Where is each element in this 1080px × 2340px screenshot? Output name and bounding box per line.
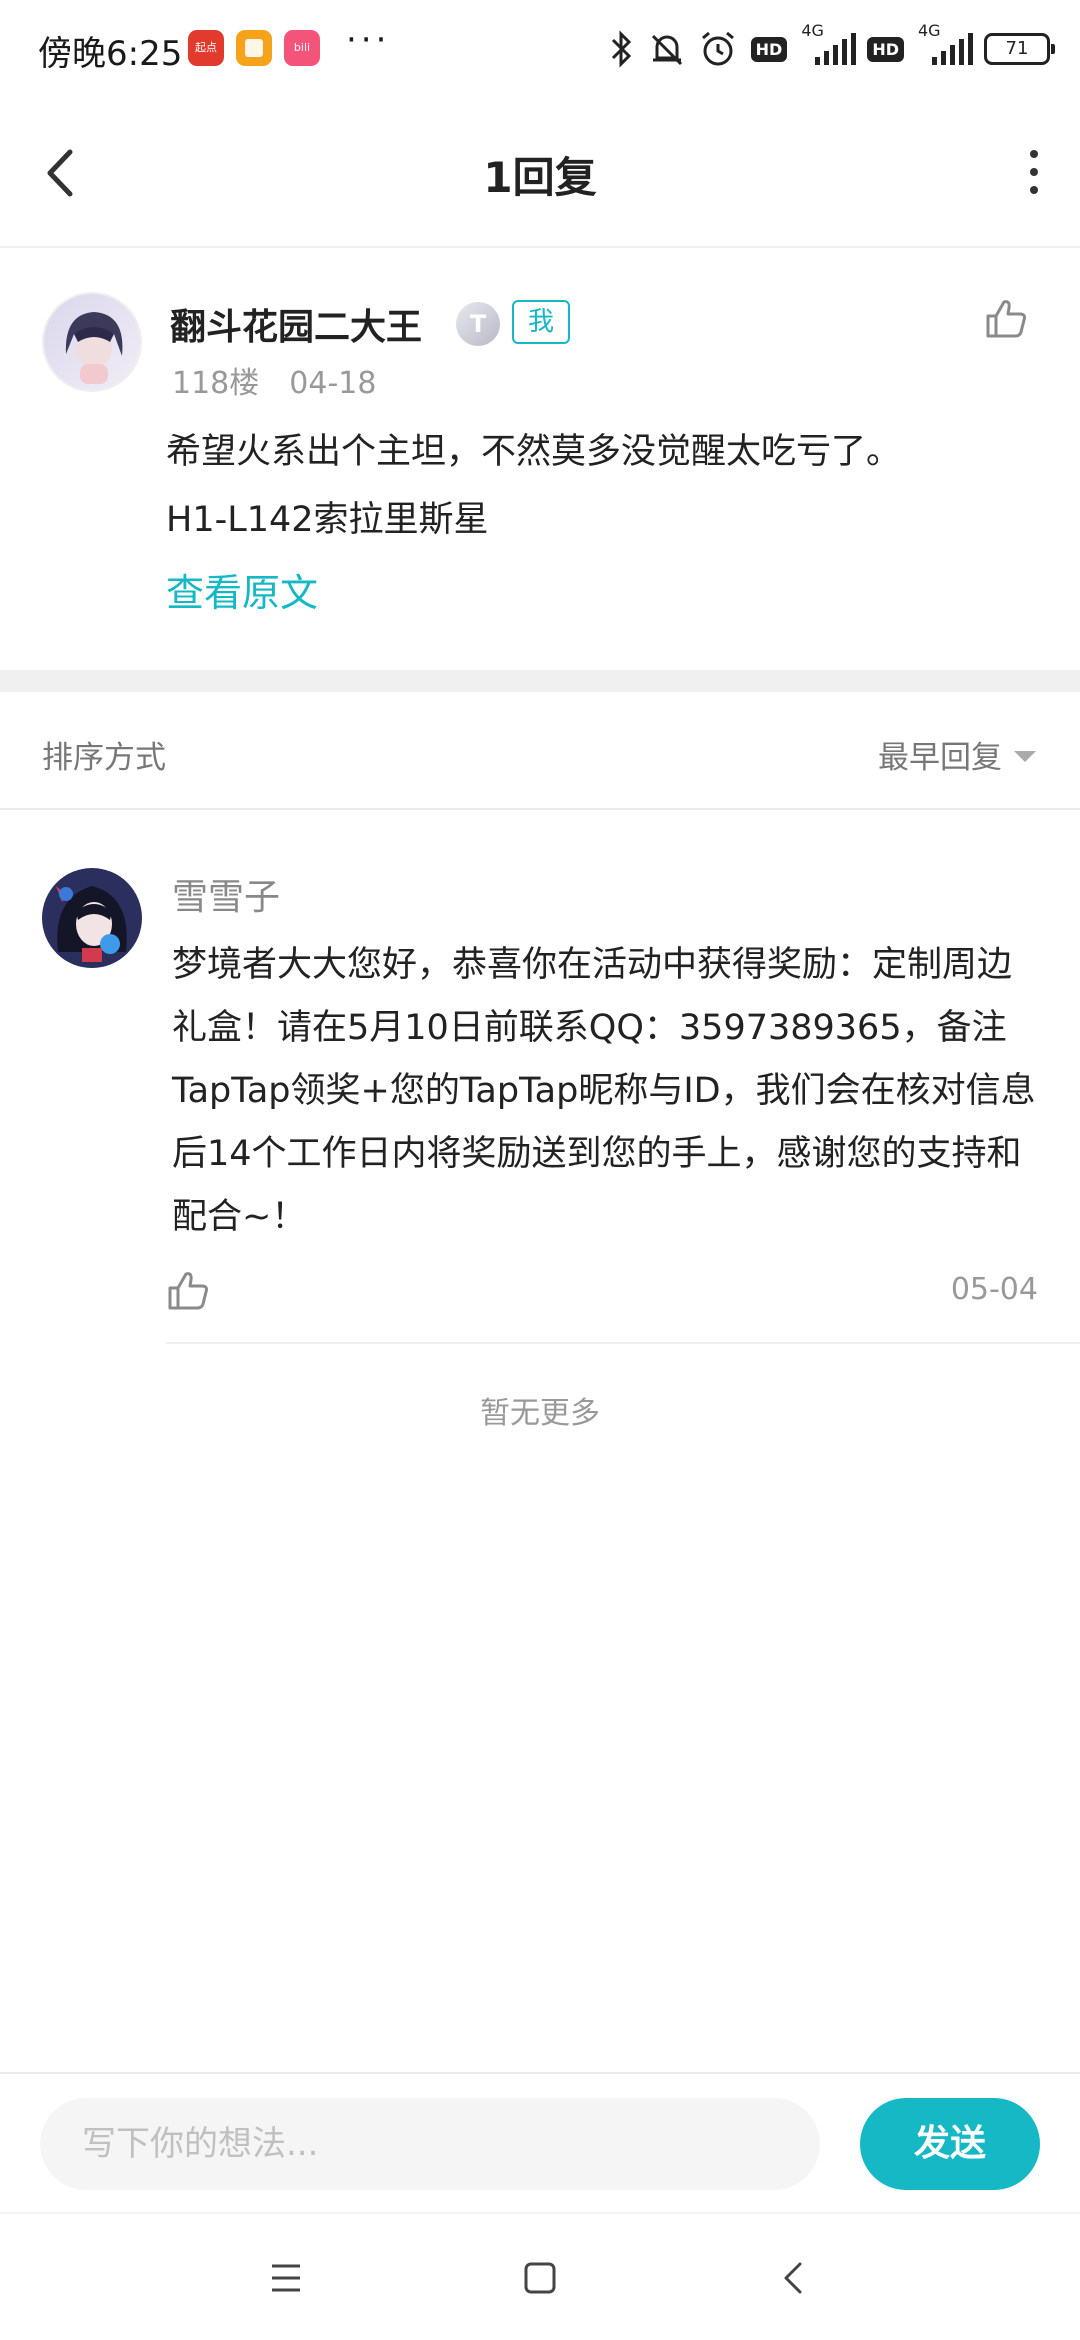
more-options-icon[interactable] — [1022, 144, 1046, 200]
section-divider — [0, 670, 1080, 692]
nav-back-icon[interactable] — [766, 2250, 822, 2306]
page-title: 1回复 — [483, 153, 597, 202]
view-original-link[interactable]: 查看原文 — [166, 562, 318, 617]
mute-bell-icon — [651, 34, 682, 66]
signal-icon: 4G — [801, 21, 857, 71]
status-bar: 傍晚6:25 起点 bili ··· HD 4G HD 4G 71 — [0, 0, 1080, 100]
me-badge: 我 — [512, 300, 571, 344]
status-time: 傍晚6:25 — [38, 34, 183, 74]
author-avatar[interactable] — [42, 292, 142, 392]
more-notifications-icon: ··· — [346, 20, 391, 60]
comment-line-2: H1-L142索拉里斯星 — [166, 500, 489, 540]
sort-bar: 排序方式 最早回复 — [0, 692, 1080, 810]
bilibili-app-icon: bili — [284, 30, 320, 66]
reply-divider — [166, 1342, 1080, 1344]
signal-icon-2: 4G — [918, 21, 973, 71]
reply-item: 雪雪子 梦境者大大您好，恭喜你在活动中获得奖励：定制周边礼盒！请在5月10日前联… — [0, 810, 1080, 1346]
send-button[interactable]: 发送 — [860, 2098, 1040, 2190]
qidian-app-icon: 起点 — [188, 30, 224, 66]
floor-number: 118楼 — [172, 366, 260, 401]
battery-icon: 71 — [984, 33, 1055, 65]
level-badge: T — [456, 302, 500, 346]
notes-app-icon — [236, 30, 272, 66]
menu-icon[interactable] — [258, 2250, 314, 2306]
top-bar: 1回复 — [0, 100, 1080, 248]
reply-like-icon[interactable] — [166, 1268, 210, 1312]
sort-selected: 最早回复 — [878, 740, 1002, 776]
no-more-label: 暂无更多 — [480, 1396, 600, 1431]
sort-dropdown[interactable]: 最早回复 — [878, 732, 1036, 777]
dropdown-caret-icon — [1014, 751, 1036, 762]
status-indicators: HD 4G HD 4G 71 — [609, 21, 1055, 74]
post-date: 04-18 — [289, 366, 377, 401]
hd-badge: HD — [750, 36, 788, 62]
bluetooth-icon — [611, 30, 631, 68]
comment-body: 希望火系出个主坦，不然莫多没觉醒太吃亏了。 H1-L142索拉里斯星 — [166, 418, 901, 554]
home-icon[interactable] — [512, 2250, 568, 2306]
author-name[interactable]: 翻斗花园二大王 — [170, 298, 422, 350]
comment-input[interactable] — [40, 2098, 820, 2190]
alarm-icon — [701, 31, 734, 66]
reply-avatar[interactable] — [42, 868, 142, 968]
comment-line-1: 希望火系出个主坦，不然莫多没觉醒太吃亏了。 — [166, 432, 902, 472]
like-icon[interactable] — [984, 296, 1028, 340]
sort-label: 排序方式 — [42, 740, 166, 776]
reply-author-name[interactable]: 雪雪子 — [172, 868, 280, 920]
system-nav-bar — [0, 2212, 1080, 2340]
reply-body: 梦境者大大您好，恭喜你在活动中获得奖励：定制周边礼盒！请在5月10日前联系QQ：… — [172, 945, 1036, 1237]
reply-date: 05-04 — [950, 1272, 1038, 1307]
hd-badge-2: HD — [867, 36, 904, 62]
original-comment: 翻斗花园二大王 T 我 118楼 04-18 希望火系出个主坦，不然莫多没觉醒太吃… — [0, 250, 1080, 670]
post-meta: 118楼 04-18 — [172, 358, 376, 402]
comment-composer: 发送 — [0, 2072, 1080, 2212]
